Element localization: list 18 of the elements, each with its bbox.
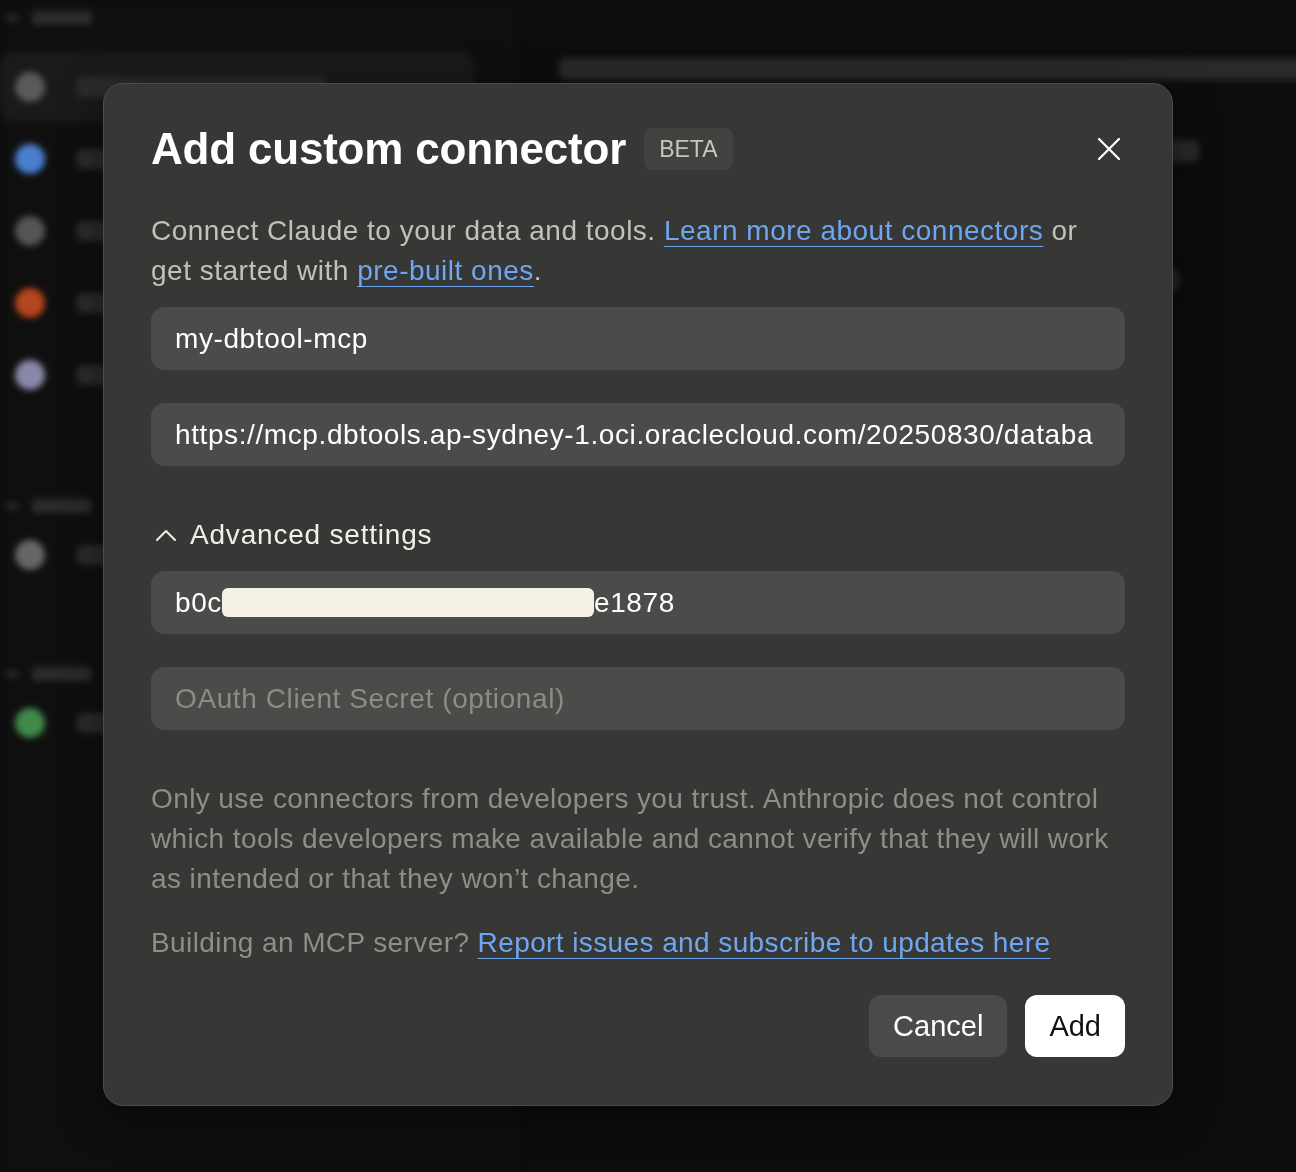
close-icon xyxy=(1098,137,1120,160)
secret-field[interactable]: OAuth Client Secret (optional) xyxy=(151,667,1125,730)
inline-link[interactable]: Report issues and subscribe to updates here xyxy=(477,927,1051,958)
dialog-title: Add custom connector xyxy=(151,124,627,173)
close-button[interactable] xyxy=(1098,137,1120,160)
cancel-button[interactable]: Cancel xyxy=(869,995,1008,1057)
chevron-up-icon xyxy=(156,529,176,541)
inline-link[interactable]: Learn more about connectors xyxy=(663,215,1044,246)
footer-note: Building an MCP server? Report issues and subscribe to updates here xyxy=(151,926,1052,960)
beta-badge: BETA xyxy=(644,127,733,170)
add-button[interactable]: Add xyxy=(1025,995,1125,1057)
inline-link[interactable]: pre-built ones xyxy=(357,255,534,286)
intro-text: Connect Claude to your data and tools. Learn more about connectors or get started with pre-built ones. xyxy=(151,214,1079,288)
client-id-field[interactable]: b0c e1878 xyxy=(151,571,1125,634)
disclaimer-text: Only use connectors from developers you trust. Anthropic does not control which tools developers make available and cannot verify that they will work as intended or that they won’t change. xyxy=(151,782,1110,896)
text-field[interactable]: https://mcp.dbtools.ap-sydney-1.oci.oraclecloud.com/20250830/databa xyxy=(151,403,1125,466)
advanced-settings-toggle[interactable]: Advanced settings xyxy=(151,517,433,553)
text-field[interactable]: my-dbtool-mcp xyxy=(151,307,1125,370)
